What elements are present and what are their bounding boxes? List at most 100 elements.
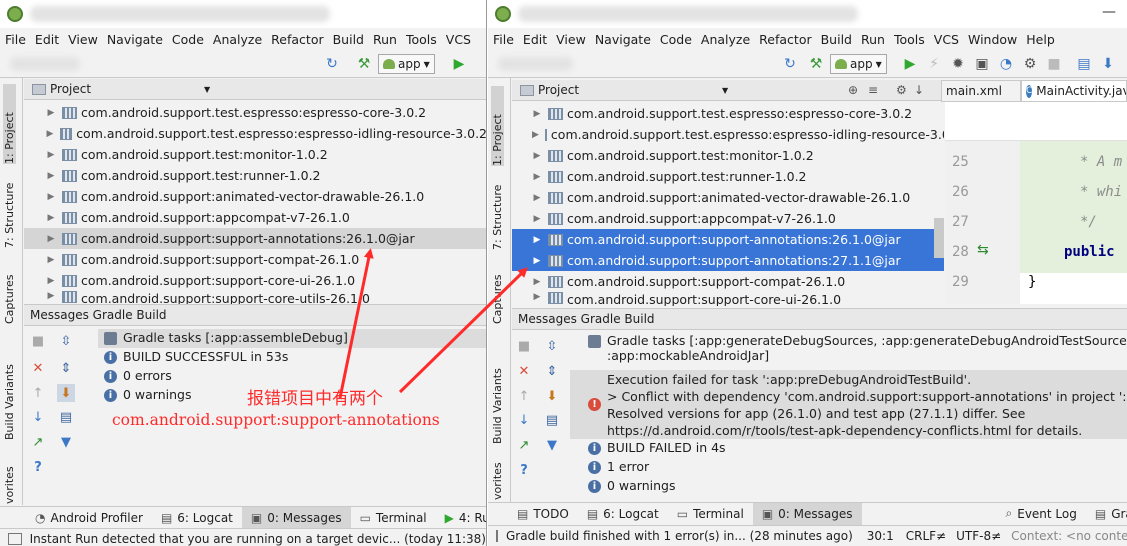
profile-icon[interactable]: ◔ (997, 54, 1015, 74)
collapse-all-icon[interactable]: ⇕ (57, 359, 75, 377)
export-icon[interactable]: ⬇ (57, 384, 75, 402)
vtab-structure[interactable]: 7: Structure (3, 170, 16, 248)
message-info[interactable]: i 1 error (570, 458, 1127, 477)
tree-item[interactable]: ▶ com.android.support.test:runner-1.0.2 (24, 165, 486, 186)
status-panel-icon[interactable] (496, 529, 498, 542)
tab-run[interactable]: ▶ 4: Run (436, 507, 486, 529)
project-view-label[interactable]: Project (50, 82, 91, 96)
expand-arrow-icon[interactable]: ▶ (46, 171, 56, 181)
down-arrow-icon[interactable]: ↓ (29, 408, 47, 426)
expand-arrow-icon[interactable]: ▶ (46, 255, 56, 265)
vtab-build-variants[interactable]: Build Variants (3, 354, 16, 440)
tree-item[interactable]: ▶ com.android.support:support-compat-26.1… (512, 271, 944, 292)
filter-icon[interactable]: ▼ (543, 436, 561, 454)
tree-item-selected[interactable]: ▶ com.android.support:support-annotations… (512, 250, 944, 271)
tree-item[interactable]: ▶ com.android.support.test:monitor-1.0.2 (24, 144, 486, 165)
expand-arrow-icon[interactable]: ▶ (46, 192, 56, 202)
close-icon[interactable]: ✕ (29, 359, 47, 377)
up-arrow-icon[interactable]: ↑ (29, 384, 47, 402)
tree-item[interactable]: ▶ com.android.support:appcompat-v7-26.1.0 (24, 207, 486, 228)
tree-item[interactable]: ▶ com.android.support.test.espresso:espre… (512, 124, 944, 145)
menu-code[interactable]: Code (172, 32, 204, 47)
expand-arrow-icon[interactable]: ▶ (46, 234, 56, 244)
menu-view[interactable]: View (556, 32, 586, 47)
menu-analyze[interactable]: Analyze (213, 32, 262, 47)
menu-build[interactable]: Build (333, 32, 364, 47)
project-view-label[interactable]: Project (538, 83, 579, 97)
vtab-captures[interactable]: Captures (491, 268, 504, 324)
menu-analyze[interactable]: Analyze (701, 32, 750, 47)
preview-icon[interactable]: ▤ (543, 411, 561, 429)
expand-arrow-icon[interactable]: ▶ (532, 277, 542, 287)
expand-arrow-icon[interactable]: ▶ (532, 193, 542, 203)
help-icon[interactable]: ? (29, 458, 47, 476)
status-message[interactable]: Instant Run detected that you are runnin… (30, 532, 486, 546)
menu-edit[interactable]: Edit (35, 32, 59, 47)
vtab-favorites[interactable]: vorites (3, 466, 16, 504)
menu-build[interactable]: Build (821, 32, 852, 47)
tree-item-selected[interactable]: ▶ com.android.support:support-annotations… (24, 228, 486, 249)
tree-scrollbar[interactable] (934, 218, 944, 258)
tab-logcat[interactable]: ▤ 6: Logcat (152, 507, 242, 529)
collapse-all-icon[interactable]: ⇕ (543, 362, 561, 380)
tree-item[interactable]: ▶ com.android.support.test:runner-1.0.2 (512, 166, 944, 187)
tab-messages[interactable]: ▣ 0: Messages (241, 506, 351, 529)
expand-arrow-icon[interactable]: ▶ (532, 292, 542, 302)
vtab-build-variants[interactable]: Build Variants (491, 358, 504, 444)
run-icon[interactable]: ▶ (450, 54, 468, 74)
coverage-icon[interactable]: ▣ (973, 54, 991, 74)
tree-item[interactable]: ▶ com.android.support:animated-vector-dra… (24, 186, 486, 207)
avd-manager-icon[interactable]: ⬇ (1099, 54, 1117, 74)
attach-debugger-icon[interactable]: ⚙ (1021, 54, 1039, 74)
scroll-from-source-icon[interactable]: ⊕ (848, 83, 858, 97)
menu-run[interactable]: Run (373, 32, 397, 47)
make-project-icon[interactable]: ⚒ (354, 54, 374, 74)
chevron-down-icon[interactable]: ▼ (722, 86, 728, 95)
expand-all-icon[interactable]: ⇳ (57, 332, 75, 350)
tree-item[interactable]: ▶ com.android.support:appcompat-v7-26.1.0 (512, 208, 944, 229)
menu-navigate[interactable]: Navigate (107, 32, 163, 47)
tree-item[interactable]: ▶ com.android.support:animated-vector-dra… (512, 187, 944, 208)
expand-arrow-icon[interactable]: ▶ (46, 213, 56, 223)
hide-icon[interactable]: ↓ (914, 83, 924, 97)
tree-item[interactable]: ▶ com.android.support:support-core-ui-26.… (512, 292, 944, 306)
apply-changes-icon[interactable]: ⚡ (925, 54, 943, 74)
menu-refactor[interactable]: Refactor (271, 32, 323, 47)
tab-terminal[interactable]: ▭ Terminal (668, 503, 753, 525)
menu-edit[interactable]: Edit (523, 32, 547, 47)
tab-terminal[interactable]: ▭ Terminal (351, 507, 436, 529)
tab-logcat[interactable]: ▤ 6: Logcat (578, 503, 668, 525)
message-info[interactable]: i BUILD SUCCESSFUL in 53s (98, 348, 486, 367)
jump-icon[interactable]: ↗ (515, 436, 533, 454)
tab-gradle-console[interactable]: ▤ Grad (1086, 503, 1127, 525)
close-icon[interactable]: ✕ (515, 362, 533, 380)
expand-arrow-icon[interactable]: ▶ (532, 151, 542, 161)
menu-vcs[interactable]: VCS (446, 32, 471, 47)
cursor-position[interactable]: 30:1 (867, 529, 894, 543)
expand-arrow-icon[interactable]: ▶ (46, 291, 56, 301)
message-info[interactable]: i 0 warnings (570, 477, 1127, 496)
tab-android-profiler[interactable]: ◔ Android Profiler (26, 507, 152, 529)
menu-vcs[interactable]: VCS (934, 32, 959, 47)
vtab-structure[interactable]: 7: Structure (491, 172, 504, 250)
override-gutter-icon[interactable]: ⇆ (977, 242, 989, 258)
preview-icon[interactable]: ▤ (57, 408, 75, 426)
editor-tab-main-xml[interactable]: main.xml (941, 80, 1021, 102)
expand-arrow-icon[interactable]: ▶ (46, 129, 54, 139)
menu-code[interactable]: Code (660, 32, 692, 47)
chevron-down-icon[interactable]: ▼ (204, 85, 210, 94)
line-separator[interactable]: CRLF≠ (906, 529, 946, 543)
expand-arrow-icon[interactable]: ▶ (46, 108, 56, 118)
message-tasks[interactable]: Gradle tasks [:app:assembleDebug] (98, 329, 486, 348)
run-config-select[interactable]: app ▼ (378, 54, 435, 74)
expand-arrow-icon[interactable]: ▶ (532, 214, 542, 224)
message-info[interactable]: i BUILD FAILED in 4s (570, 439, 1127, 458)
expand-arrow-icon[interactable]: ▶ (532, 130, 539, 140)
up-arrow-icon[interactable]: ↑ (515, 387, 533, 405)
menu-view[interactable]: View (68, 32, 98, 47)
tree-item[interactable]: ▶ com.android.support:support-core-utils-… (24, 291, 486, 304)
expand-arrow-icon[interactable]: ▶ (532, 172, 542, 182)
menu-file[interactable]: File (5, 32, 26, 47)
menu-run[interactable]: Run (861, 32, 885, 47)
status-message[interactable]: Gradle build finished with 1 error(s) in… (506, 529, 853, 543)
